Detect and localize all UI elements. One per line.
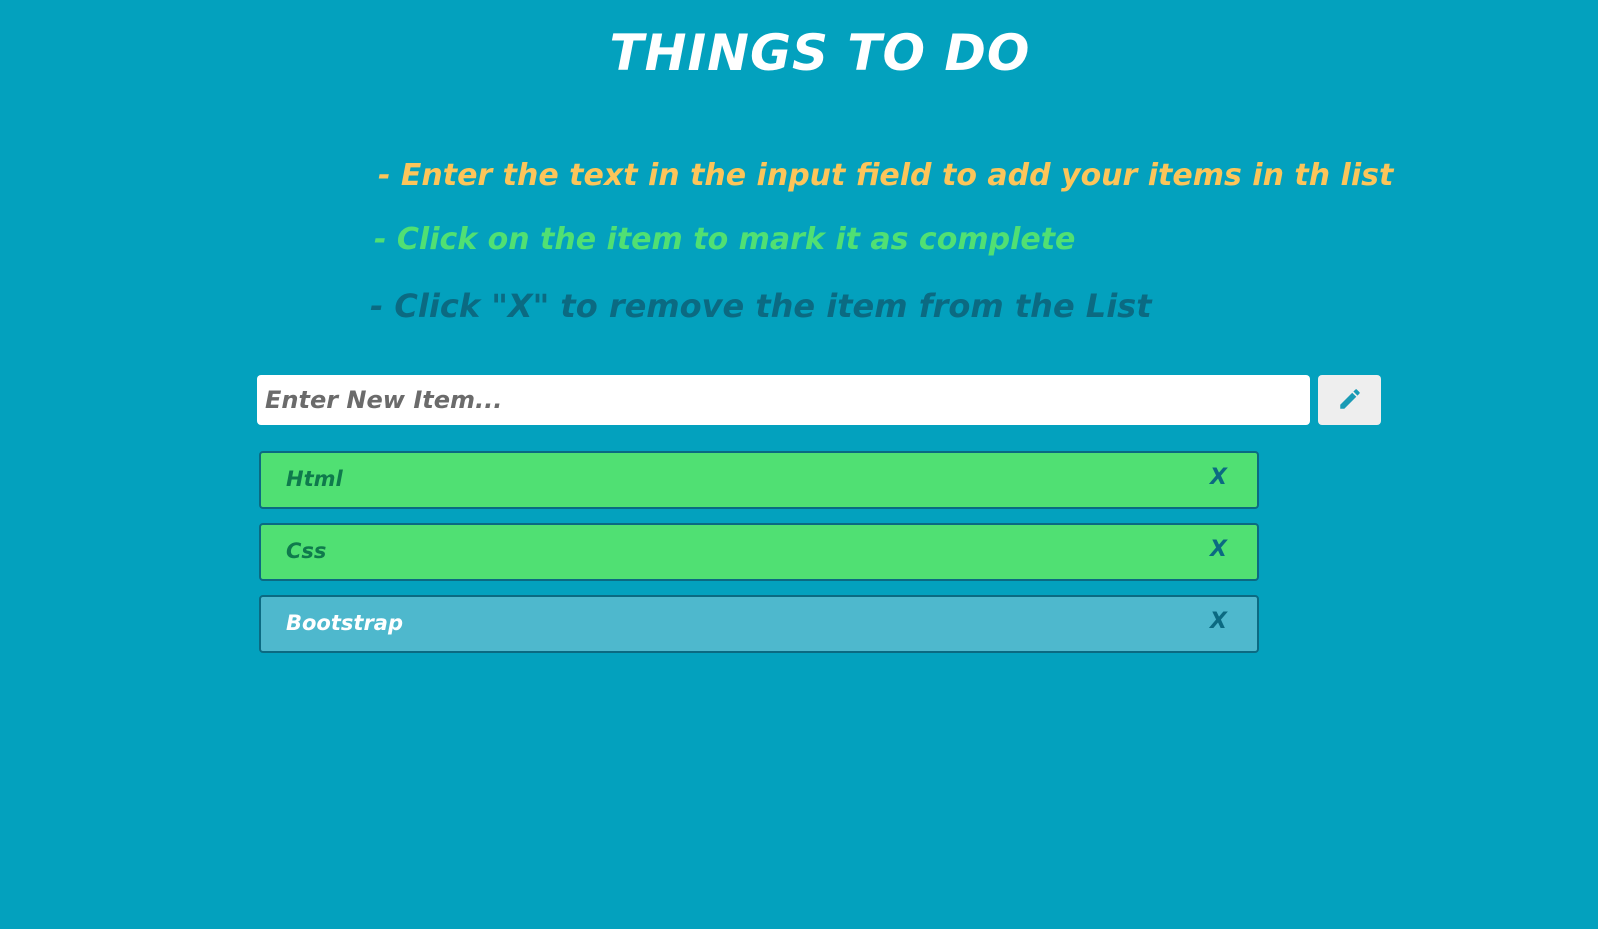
pencil-icon	[1337, 386, 1363, 415]
add-item-button[interactable]	[1318, 375, 1381, 425]
todo-item-bootstrap[interactable]: Bootstrap X	[259, 595, 1259, 653]
todo-item-label: Css	[286, 539, 327, 563]
todo-list: Html X Css X Bootstrap X	[259, 451, 1259, 667]
instruction-add-item: - Enter the text in the input field to a…	[378, 158, 1394, 193]
todo-item-label: Bootstrap	[286, 611, 403, 635]
todo-item-css[interactable]: Css X	[259, 523, 1259, 581]
remove-item-button[interactable]: X	[1210, 609, 1227, 634]
todo-item-html[interactable]: Html X	[259, 451, 1259, 509]
todo-item-label: Html	[286, 467, 343, 491]
instruction-remove-item: - Click "X" to remove the item from the …	[370, 287, 1152, 325]
page-title: THINGS TO DO	[609, 24, 1031, 82]
new-item-input[interactable]	[257, 375, 1310, 425]
instruction-mark-complete: - Click on the item to mark it as comple…	[374, 222, 1076, 257]
remove-item-button[interactable]: X	[1210, 537, 1227, 562]
remove-item-button[interactable]: X	[1210, 465, 1227, 490]
